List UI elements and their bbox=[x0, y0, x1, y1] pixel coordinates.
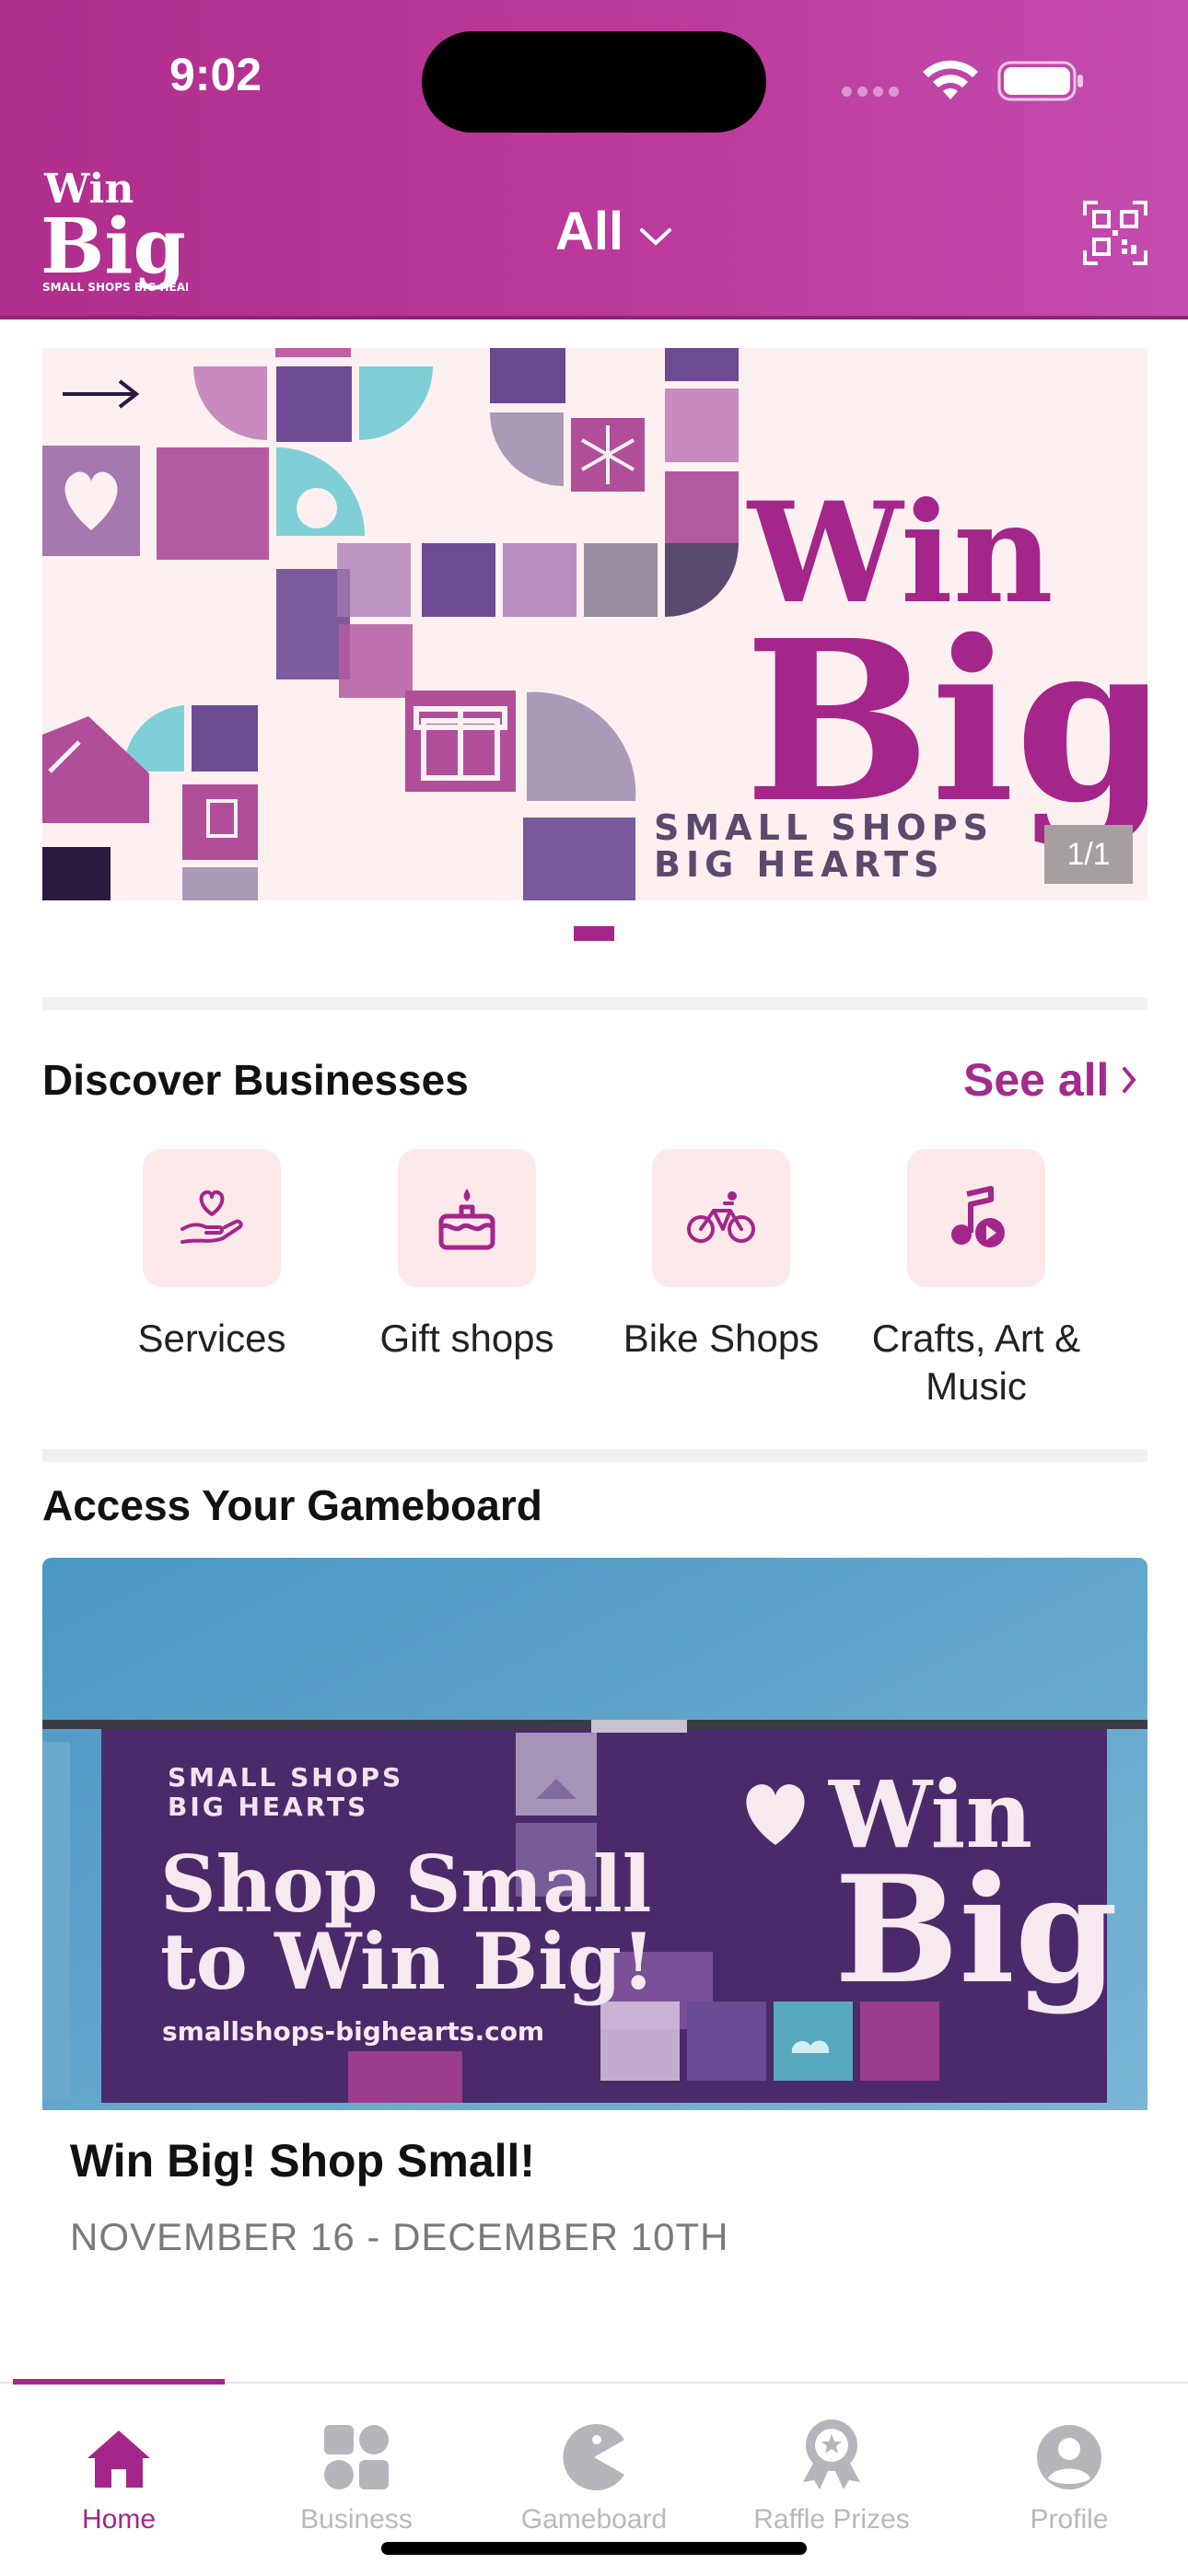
tab-label: Home bbox=[81, 2504, 157, 2535]
logo-tagline: SMALL SHOPS BIG HEARTS bbox=[42, 281, 188, 294]
banner-tag-line2: BIG HEARTS bbox=[168, 1792, 368, 1822]
event-title[interactable]: Win Big! Shop Small! bbox=[70, 2134, 535, 2187]
category-tile bbox=[907, 1149, 1045, 1287]
hero-tagline-line2: BIG HEARTS bbox=[654, 844, 945, 885]
banner-url: smallshops-bighearts.com bbox=[162, 2016, 544, 2047]
banner-headline-line2: to Win Big! bbox=[160, 1916, 656, 2007]
hero-artwork: Win Big SMALL SHOPS BIG HEARTS bbox=[42, 348, 1147, 900]
carousel-page-indicator[interactable] bbox=[574, 926, 614, 941]
event-dates: NOVEMBER 16 - DECEMBER 10TH bbox=[70, 2215, 729, 2258]
tab-business[interactable]: Business bbox=[238, 2412, 475, 2535]
category-gift-shops[interactable]: Gift shops bbox=[343, 1149, 591, 1363]
filter-label: All bbox=[555, 202, 624, 261]
home-indicator[interactable] bbox=[381, 2542, 807, 2555]
logo-line2: Big bbox=[41, 203, 186, 291]
bike-icon bbox=[687, 1191, 755, 1243]
category-label: Bike Shops bbox=[623, 1317, 820, 1360]
category-crafts-art-music[interactable]: Crafts, Art & Music bbox=[852, 1149, 1101, 1410]
wifi-icon bbox=[923, 60, 978, 99]
category-label: Services bbox=[137, 1317, 286, 1360]
app-header: 9:02 Win Big SMALL SHOPS BIG HEARTS All bbox=[0, 0, 1188, 319]
see-all-label: See all bbox=[963, 1054, 1110, 1106]
tab-label: Raffle Prizes bbox=[753, 2504, 910, 2535]
category-label: Gift shops bbox=[379, 1317, 554, 1360]
chevron-down-icon bbox=[640, 227, 672, 246]
grid-icon bbox=[324, 2425, 389, 2489]
banner-tag-line1: SMALL SHOPS bbox=[168, 1762, 403, 1793]
heart-hand-icon bbox=[181, 1189, 243, 1244]
carousel-counter: 1/1 bbox=[1044, 825, 1133, 884]
gameboard-section-title: Access Your Gameboard bbox=[42, 1481, 542, 1529]
section-divider bbox=[42, 997, 1147, 1010]
tab-label: Business bbox=[300, 2504, 413, 2535]
category-bike-shops[interactable]: Bike Shops bbox=[597, 1149, 845, 1363]
hero-banner[interactable]: Win Big SMALL SHOPS BIG HEARTS 1/1 bbox=[42, 348, 1147, 900]
win-big-logo[interactable]: Win Big SMALL SHOPS BIG HEARTS bbox=[41, 164, 209, 297]
cake-icon bbox=[438, 1189, 495, 1250]
section-divider bbox=[42, 1449, 1147, 1462]
qr-code-icon[interactable] bbox=[1083, 201, 1147, 265]
tab-home[interactable]: Home bbox=[0, 2412, 238, 2535]
arrow-right-icon bbox=[63, 379, 140, 409]
gameboard-banner-image: SMALL SHOPS BIG HEARTS Shop Small to Win… bbox=[42, 1558, 1147, 2110]
category-label: Crafts, Art & Music bbox=[871, 1317, 1081, 1408]
category-tile bbox=[143, 1149, 281, 1287]
hero-tagline-line1: SMALL SHOPS bbox=[654, 807, 994, 848]
award-icon bbox=[803, 2419, 860, 2489]
battery-icon bbox=[997, 61, 1083, 101]
chevron-right-icon bbox=[1123, 1067, 1137, 1093]
see-all-link[interactable]: See all bbox=[963, 1053, 1137, 1107]
tab-profile[interactable]: Profile bbox=[950, 2412, 1188, 2535]
signal-icon bbox=[842, 85, 904, 101]
discover-title: Discover Businesses bbox=[42, 1056, 469, 1104]
tab-label: Profile bbox=[1030, 2504, 1109, 2535]
category-tile bbox=[398, 1149, 536, 1287]
active-tab-indicator bbox=[13, 2379, 225, 2385]
profile-icon bbox=[1037, 2425, 1101, 2489]
tab-gameboard[interactable]: Gameboard bbox=[475, 2412, 713, 2535]
music-note-icon bbox=[951, 1186, 1005, 1247]
category-tile bbox=[652, 1149, 790, 1287]
category-services[interactable]: Services bbox=[87, 1149, 336, 1363]
status-time: 9:02 bbox=[169, 49, 262, 100]
tab-label: Gameboard bbox=[520, 2504, 668, 2535]
banner-big: Big bbox=[834, 1843, 1118, 2016]
home-icon bbox=[87, 2431, 150, 2488]
gameboard-card[interactable]: SMALL SHOPS BIG HEARTS Shop Small to Win… bbox=[42, 1558, 1147, 2110]
category-filter-dropdown[interactable]: All bbox=[555, 201, 672, 262]
dynamic-island bbox=[422, 31, 766, 133]
tab-raffle-prizes[interactable]: Raffle Prizes bbox=[713, 2412, 950, 2535]
pacman-icon bbox=[563, 2424, 624, 2490]
